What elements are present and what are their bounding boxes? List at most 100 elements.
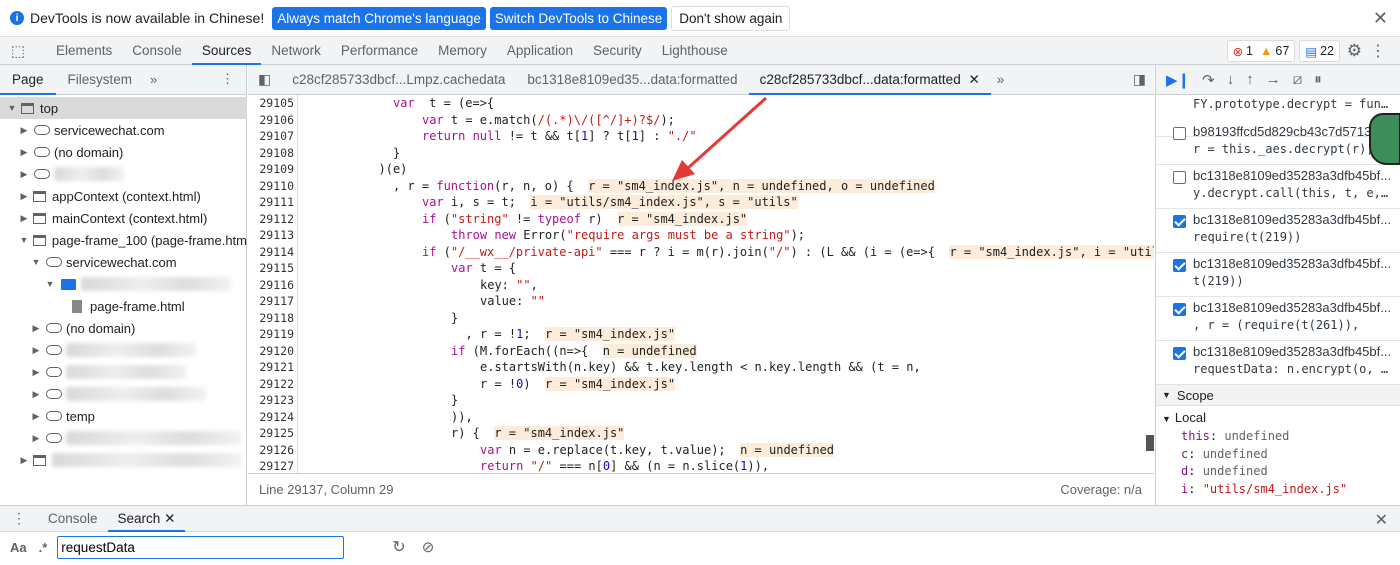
tab-filesystem[interactable]: Filesystem <box>56 65 145 95</box>
code-line[interactable]: 29118} <box>248 310 1154 327</box>
line-number[interactable]: 29126 <box>248 442 294 459</box>
code-line[interactable]: 29123} <box>248 392 1154 409</box>
refresh-icon[interactable]: ↻ <box>392 537 405 557</box>
code-line[interactable]: 29105 var t = (e=>{ <box>248 95 1154 112</box>
breakpoint-item[interactable]: bc1318e8109ed35283a3dfb45bf... t(219)) <box>1156 253 1400 297</box>
messages-counter[interactable]: ▤ 22 <box>1299 40 1340 62</box>
line-number[interactable]: 29115 <box>248 260 294 277</box>
tab-elements[interactable]: Elements <box>46 37 122 65</box>
drawer-tab-console[interactable]: Console <box>38 506 108 532</box>
tab-security[interactable]: Security <box>583 37 652 65</box>
line-number[interactable]: 29114 <box>248 244 294 261</box>
tree-item-no-domain[interactable]: ▶ (no domain) <box>0 141 247 163</box>
switch-to-chinese-button[interactable]: Switch DevTools to Chinese <box>489 6 668 30</box>
close-tab-icon[interactable]: ✕ <box>968 72 979 87</box>
scope-section-header[interactable]: ▼ Scope <box>1156 384 1400 406</box>
code-line[interactable]: 29122 r = !0) r = "sm4_index.js" <box>248 376 1154 393</box>
tree-item-no-domain-2[interactable]: ▶ (no domain) <box>0 317 247 339</box>
tree-item-redacted[interactable]: ▶ <box>0 163 247 185</box>
tree-item-redacted[interactable]: ▶ <box>0 427 247 449</box>
editor-tab-active[interactable]: c28cf285733dbcf...data:formatted ✕ <box>748 65 991 95</box>
clear-search-icon[interactable]: ⊘ <box>422 538 435 556</box>
line-number[interactable]: 29119 <box>248 326 294 343</box>
step-out-icon[interactable]: ↑ <box>1246 71 1254 88</box>
tree-item-app-context[interactable]: ▶ appContext (context.html) <box>0 185 247 207</box>
breakpoint-item[interactable]: bc1318e8109ed35283a3dfb45bf... y.decrypt.… <box>1156 165 1400 209</box>
inspect-element-icon[interactable]: ⬚ <box>0 42 36 60</box>
tree-item-redacted[interactable]: ▶ <box>0 449 247 471</box>
tree-item-redacted[interactable]: ▶ <box>0 383 247 405</box>
tree-item-folder-redacted[interactable]: ▼ <box>0 273 247 295</box>
toggle-navigator-icon[interactable]: ◧ <box>248 71 281 88</box>
line-number[interactable]: 29105 <box>248 95 294 112</box>
tab-performance[interactable]: Performance <box>331 37 428 65</box>
step-icon[interactable]: → <box>1266 71 1281 88</box>
line-number[interactable]: 29113 <box>248 227 294 244</box>
tree-item-page-frame[interactable]: ▼ page-frame_100 (page-frame.htm <box>0 229 248 251</box>
line-number[interactable]: 29120 <box>248 343 294 360</box>
line-number[interactable]: 29122 <box>248 376 294 393</box>
tab-network[interactable]: Network <box>261 37 331 65</box>
breakpoint-checkbox[interactable] <box>1173 171 1186 184</box>
editor-tab[interactable]: bc1318e8109ed35...data:formatted <box>516 65 748 95</box>
vertical-scrollbar[interactable] <box>1146 435 1154 451</box>
code-line[interactable]: 29120 if (M.forEach((n=>{ n = undefined <box>248 343 1154 360</box>
code-line[interactable]: 29112 if ("string" != typeof r) r = "sm4_… <box>248 211 1154 228</box>
scope-property[interactable]: this: undefined <box>1181 429 1289 443</box>
tree-item-servicewechat-2[interactable]: ▼ servicewechat.com <box>0 251 247 273</box>
drawer-tab-search[interactable]: Search ✕ <box>107 506 186 532</box>
code-line[interactable]: 29111 var i, s = t; i = "utils/sm4_index.… <box>248 194 1154 211</box>
search-input[interactable] <box>57 535 345 559</box>
code-line[interactable]: 29121 e.startsWith(n.key) && t.key.length… <box>248 359 1154 376</box>
tab-console[interactable]: Console <box>122 37 192 65</box>
scope-property[interactable]: c: undefined <box>1181 447 1268 461</box>
code-line[interactable]: 29125 r) { r = "sm4_index.js" <box>248 425 1154 442</box>
errors-counter[interactable]: ⊗ 1 ▲ 67 <box>1226 40 1296 62</box>
step-into-icon[interactable]: ↓ <box>1227 71 1235 88</box>
breakpoint-item[interactable]: bc1318e8109ed35283a3dfb45bf... requestDat… <box>1156 341 1400 385</box>
breakpoint-item[interactable]: b98193ffcd5d829cb43c7d5713 r = this._aes.… <box>1156 121 1400 165</box>
scope-local[interactable]: ▼ Local <box>1162 410 1206 425</box>
code-line[interactable]: 29117 value: "" <box>248 293 1154 310</box>
code-line[interactable]: 29110 , r = function(r, n, o) { r = "sm4_… <box>248 178 1154 195</box>
line-number[interactable]: 29107 <box>248 128 294 145</box>
match-case-toggle[interactable]: Aa <box>10 540 27 555</box>
resume-icon[interactable]: ▶❙ <box>1166 71 1190 89</box>
code-line[interactable]: 29119 , r = !1; r = "sm4_index.js" <box>248 326 1154 343</box>
line-number[interactable]: 29116 <box>248 277 294 294</box>
deactivate-breakpoints-icon[interactable]: ⧄ <box>1293 71 1303 88</box>
more-tabs-chevron-icon[interactable]: » <box>991 72 1011 87</box>
pause-on-exceptions-icon[interactable]: ⏸ <box>1314 71 1322 88</box>
code-line[interactable]: 29109)(e) <box>248 161 1154 178</box>
scope-property[interactable]: i: "utils/sm4_index.js" <box>1181 482 1347 496</box>
code-line[interactable]: 29116 key: "", <box>248 277 1154 294</box>
toggle-debugger-icon[interactable]: ◨ <box>1133 71 1146 88</box>
breakpoint-checkbox[interactable] <box>1173 127 1186 140</box>
code-line[interactable]: 29106 var t = e.match(/(.*)\/([^/]+)?$/); <box>248 112 1154 129</box>
more-options-icon[interactable]: ⋮ <box>1370 41 1386 61</box>
breakpoint-checkbox[interactable] <box>1173 259 1186 272</box>
line-number[interactable]: 29121 <box>248 359 294 376</box>
code-line[interactable]: 29124)), <box>248 409 1154 426</box>
line-number[interactable]: 29110 <box>248 178 294 195</box>
code-line[interactable]: 29107 return null != t && t[1] ? t[1] : "… <box>248 128 1154 145</box>
line-number[interactable]: 29111 <box>248 194 294 211</box>
tab-page[interactable]: Page <box>0 65 56 95</box>
breakpoint-checkbox[interactable] <box>1173 347 1186 360</box>
tab-application[interactable]: Application <box>497 37 583 65</box>
tree-item-top[interactable]: ▼ top <box>0 97 247 119</box>
breakpoint-item[interactable]: bc1318e8109ed35283a3dfb45bf... , r = (req… <box>1156 297 1400 341</box>
line-number[interactable]: 29106 <box>248 112 294 129</box>
line-number[interactable]: 29123 <box>248 392 294 409</box>
always-match-language-button[interactable]: Always match Chrome's language <box>272 6 486 30</box>
step-over-icon[interactable]: ↷ <box>1202 71 1215 89</box>
close-drawer-icon[interactable]: ✕ <box>1375 510 1388 530</box>
breakpoint-checkbox[interactable] <box>1173 215 1186 228</box>
code-line[interactable]: 29108} <box>248 145 1154 162</box>
code-line[interactable]: 29115 var t = { <box>248 260 1154 277</box>
close-infobar-icon[interactable]: ✕ <box>1373 8 1388 29</box>
navigator-menu-icon[interactable]: ⋮ <box>221 71 234 87</box>
line-number[interactable]: 29125 <box>248 425 294 442</box>
code-line[interactable]: 29114 if ("/__wx__/private-api" === r ? i… <box>248 244 1154 261</box>
code-view[interactable]: 29105 var t = (e=>{29106 var t = e.match(/… <box>248 95 1154 473</box>
